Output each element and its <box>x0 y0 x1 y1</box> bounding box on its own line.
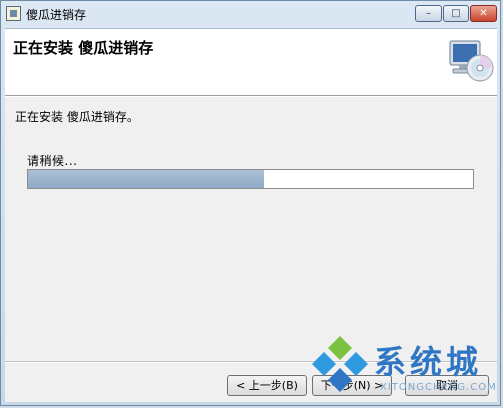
watermark-url: XITONGCHENG.COM <box>380 382 497 393</box>
divider <box>5 96 497 97</box>
watermark-text: 系统城 <box>374 343 483 381</box>
install-status-text: 正在安装 傻瓜进销存。 <box>15 110 139 124</box>
progress-bar <box>27 169 474 189</box>
close-button[interactable]: ✕ <box>470 5 497 22</box>
wait-label: 请稍候... <box>27 154 78 168</box>
computer-cd-icon <box>449 40 494 82</box>
header-banner: 正在安装 傻瓜进销存 <box>5 29 497 96</box>
minimize-button[interactable]: – <box>415 5 442 22</box>
window-title: 傻瓜进销存 <box>26 8 87 22</box>
back-button[interactable]: < 上一步(B) <box>227 375 307 396</box>
progress-fill <box>28 170 264 188</box>
title-bar[interactable]: 傻瓜进销存 – □ ✕ <box>1 1 500 27</box>
close-icon: ✕ <box>479 8 488 19</box>
app-icon <box>6 6 21 21</box>
maximize-icon: □ <box>451 8 461 19</box>
maximize-button[interactable]: □ <box>443 5 469 22</box>
page-title: 正在安装 傻瓜进销存 <box>13 39 154 57</box>
minimize-icon: – <box>426 8 431 19</box>
